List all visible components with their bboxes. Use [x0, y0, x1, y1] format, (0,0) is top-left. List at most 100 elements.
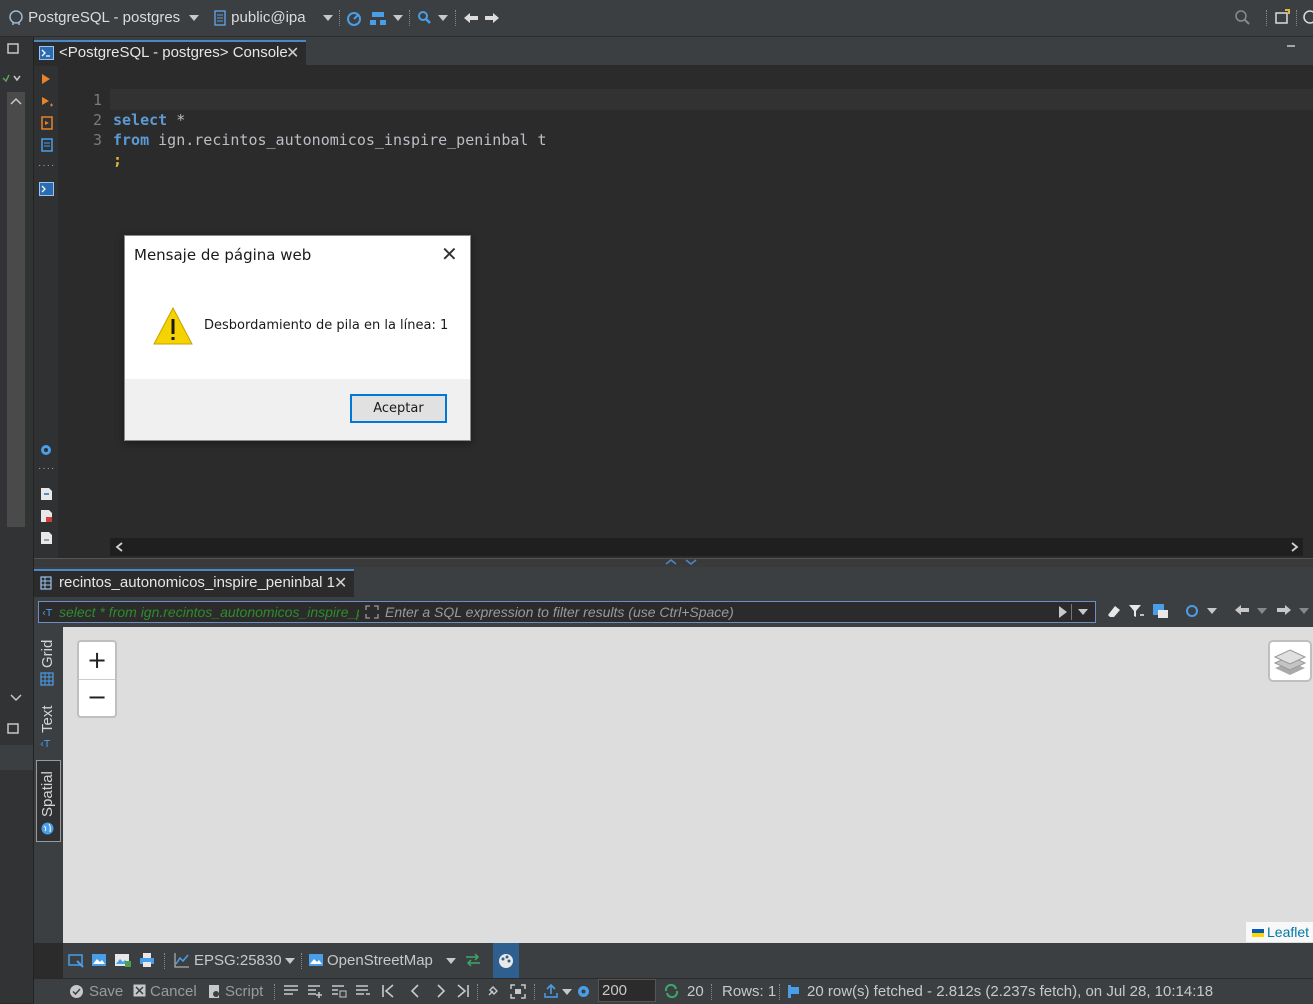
- transaction-mode-icon[interactable]: [345, 10, 363, 26]
- filter-history-dropdown-icon[interactable]: [1078, 609, 1088, 615]
- save-button[interactable]: Save: [89, 983, 123, 1000]
- spatial-map[interactable]: [63, 627, 1313, 943]
- scroll-down-icon[interactable]: [9, 693, 23, 703]
- ok-button[interactable]: Aceptar: [350, 394, 447, 423]
- nav-back-icon[interactable]: [1233, 603, 1251, 617]
- rows-label: Rows: 1: [722, 983, 777, 1000]
- zoom-in-button[interactable]: +: [79, 642, 115, 680]
- export-dropdown-icon[interactable]: [562, 989, 572, 995]
- scroll-right-icon[interactable]: [1290, 541, 1300, 553]
- connection-selector[interactable]: PostgreSQL - postgres: [8, 8, 180, 28]
- save-filter-icon[interactable]: [1152, 603, 1170, 619]
- fit-icon[interactable]: [510, 984, 526, 999]
- swap-icon[interactable]: [464, 952, 482, 968]
- refresh-dropdown-icon[interactable]: [1207, 608, 1217, 614]
- export-data-icon[interactable]: [544, 983, 558, 999]
- map-export-icon[interactable]: [114, 952, 132, 968]
- crs-dropdown-icon[interactable]: [285, 958, 295, 964]
- back-icon[interactable]: [462, 10, 480, 26]
- last-page-icon[interactable]: [456, 984, 470, 998]
- tab-grid[interactable]: Grid: [36, 632, 61, 687]
- restore-panel-2-icon[interactable]: [7, 722, 19, 734]
- tab-results[interactable]: recintos_autonomicos_inspire_peninbal 1 …: [34, 569, 354, 597]
- commit-icon[interactable]: [369, 10, 387, 26]
- palette-icon: [499, 954, 513, 968]
- console-output-icon[interactable]: [39, 182, 54, 196]
- close-tab-icon[interactable]: ✕: [286, 43, 299, 63]
- basemap-dropdown-icon[interactable]: [446, 958, 456, 964]
- map-attribution[interactable]: Leaflet: [1246, 922, 1313, 942]
- minimize-icon[interactable]: [1285, 41, 1297, 51]
- first-page-icon[interactable]: [381, 984, 395, 998]
- nav-forward-icon[interactable]: [1275, 603, 1293, 617]
- search-icon[interactable]: [417, 10, 433, 26]
- dbeaver-icon[interactable]: [1302, 9, 1313, 25]
- editor-horizontal-scrollbar[interactable]: [110, 538, 1303, 556]
- status-message: 20 row(s) fetched - 2.812s (2.237s fetch…: [807, 983, 1214, 1000]
- restore-panel-icon[interactable]: [7, 42, 19, 54]
- clear-filter-icon[interactable]: [1105, 603, 1123, 619]
- dialog-close-icon[interactable]: ✕: [441, 242, 458, 266]
- refresh-icon[interactable]: [1184, 603, 1200, 619]
- spatial-tab-label: Spatial: [39, 771, 56, 817]
- tab-spatial[interactable]: Spatial: [36, 760, 61, 842]
- pin-icon[interactable]: [486, 984, 502, 998]
- sql-text: ign.recintos_autonomicos_inspire_peninba…: [149, 131, 547, 149]
- delete-row-icon[interactable]: [355, 984, 371, 998]
- next-page-icon[interactable]: [434, 984, 448, 998]
- filter-placeholder: Enter a SQL expression to filter results…: [385, 604, 734, 620]
- fetch-next-icon[interactable]: [663, 983, 680, 999]
- global-search-icon[interactable]: [1235, 10, 1251, 26]
- cancel-button[interactable]: Cancel: [150, 983, 197, 1000]
- prev-page-icon[interactable]: [408, 984, 422, 998]
- filter-input[interactable]: ‹T select * from ign.recintos_autonomico…: [38, 601, 1096, 623]
- execute-script-icon[interactable]: [40, 115, 54, 131]
- tab-text[interactable]: Text ‹T: [36, 700, 61, 755]
- explain-plan-icon[interactable]: [40, 137, 54, 153]
- map-image-icon[interactable]: [91, 952, 107, 968]
- save-script-icon[interactable]: [40, 509, 53, 523]
- nav-forward-dropdown-icon[interactable]: [1299, 608, 1309, 614]
- execute-statement-icon[interactable]: [40, 72, 52, 86]
- line-number: 2: [92, 111, 102, 129]
- load-script-icon[interactable]: [40, 487, 53, 501]
- navigator-scrollbar[interactable]: [7, 92, 25, 527]
- settings-gear-icon[interactable]: [39, 443, 53, 457]
- script-button[interactable]: Script: [225, 983, 263, 1000]
- forward-icon[interactable]: [483, 10, 501, 26]
- perspective-icon[interactable]: [1274, 9, 1290, 25]
- script-icon: [209, 985, 219, 998]
- edit-row-icon[interactable]: [283, 984, 299, 998]
- copy-row-icon[interactable]: [331, 984, 347, 998]
- print-icon[interactable]: [139, 952, 155, 968]
- connection-dropdown-icon[interactable]: [189, 15, 199, 21]
- scroll-left-icon[interactable]: [114, 541, 124, 553]
- add-row-icon[interactable]: [307, 984, 323, 998]
- tab-console[interactable]: <PostgreSQL - postgres> Console ✕: [34, 40, 306, 65]
- fetch-settings-icon[interactable]: [576, 984, 591, 999]
- fetch-size-input[interactable]: 200: [598, 979, 656, 1002]
- filter-funnel-icon[interactable]: [1128, 603, 1146, 619]
- navigator-collapse-icon[interactable]: [0, 72, 24, 84]
- execute-new-tab-icon[interactable]: [40, 95, 54, 109]
- nav-back-dropdown-icon[interactable]: [1257, 608, 1267, 614]
- export-icon[interactable]: [40, 531, 53, 545]
- palette-button[interactable]: [493, 943, 519, 978]
- search-dropdown-icon[interactable]: [438, 15, 448, 21]
- fetch-size-value: 200: [602, 982, 628, 999]
- schema-selector[interactable]: public@ipa: [213, 8, 306, 28]
- splitter-handle-icon[interactable]: [662, 559, 702, 565]
- current-line-highlight: [110, 89, 1313, 110]
- leaflet-link[interactable]: Leaflet: [1267, 924, 1309, 940]
- zoom-out-button[interactable]: −: [79, 679, 115, 716]
- close-results-tab-icon[interactable]: ✕: [334, 573, 347, 593]
- schema-dropdown-icon[interactable]: [323, 15, 333, 21]
- commit-dropdown-icon[interactable]: [393, 15, 403, 21]
- crs-label[interactable]: EPSG:25830: [194, 952, 282, 969]
- layers-control[interactable]: [1268, 640, 1312, 682]
- apply-filter-icon[interactable]: [1057, 605, 1069, 619]
- expand-filter-icon[interactable]: [364, 604, 380, 620]
- scroll-up-icon[interactable]: [9, 96, 23, 106]
- map-select-icon[interactable]: [68, 953, 84, 969]
- basemap-label[interactable]: OpenStreetMap: [327, 952, 433, 969]
